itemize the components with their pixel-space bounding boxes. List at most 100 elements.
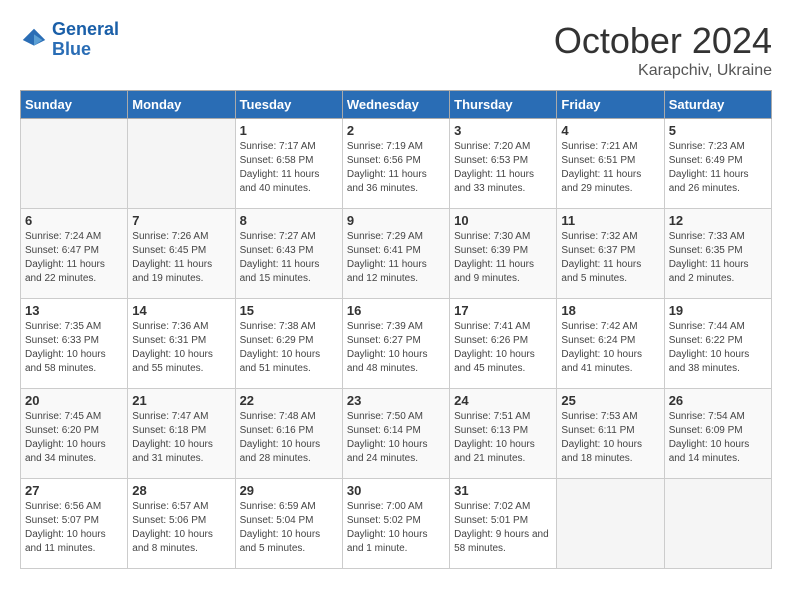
calendar-cell: 7 Sunrise: 7:26 AMSunset: 6:45 PMDaylight… [128, 209, 235, 299]
day-number: 30 [347, 483, 445, 498]
calendar-cell: 25Sunrise: 7:53 AMSunset: 6:11 PMDayligh… [557, 389, 664, 479]
calendar-cell: 30 Sunrise: 7:00 AMSunset: 5:02 PMDayligh… [342, 479, 449, 569]
day-info: Sunrise: 7:48 AMSunset: 6:16 PMDaylight:… [240, 410, 338, 466]
calendar-cell: 19 Sunrise: 7:44 AMSunset: 6:22 PMDayligh… [664, 299, 771, 389]
calendar-cell: 3 Sunrise: 7:20 AMSunset: 6:53 PMDaylight… [450, 119, 557, 209]
day-info: Sunrise: 7:19 AMSunset: 6:56 PMDaylight:… [347, 140, 445, 196]
week-row-1: 1 Sunrise: 7:17 AMSunset: 6:58 PMDaylight… [21, 119, 772, 209]
day-number: 15 [240, 303, 338, 318]
logo: General Blue [20, 20, 119, 60]
calendar-cell: 20 Sunrise: 7:45 AMSunset: 6:20 PMDayligh… [21, 389, 128, 479]
day-info: Sunrise: 7:26 AMSunset: 6:45 PMDaylight:… [132, 230, 230, 286]
day-info: Sunrise: 6:57 AMSunset: 5:06 PMDaylight:… [132, 500, 230, 556]
day-info: Sunrise: 7:17 AMSunset: 6:58 PMDaylight:… [240, 140, 338, 196]
day-info: Sunrise: 7:27 AMSunset: 6:43 PMDaylight:… [240, 230, 338, 286]
calendar-cell: 29 Sunrise: 6:59 AMSunset: 5:04 PMDayligh… [235, 479, 342, 569]
day-info: Sunrise: 7:53 AMSunset: 6:11 PMDaylight:… [561, 410, 659, 466]
day-number: 7 [132, 213, 230, 228]
day-number: 2 [347, 123, 445, 138]
day-number: 10 [454, 213, 552, 228]
day-info: Sunrise: 7:00 AMSunset: 5:02 PMDaylight:… [347, 500, 445, 556]
location: Karapchiv, Ukraine [554, 62, 772, 80]
weekday-header-monday: Monday [128, 91, 235, 119]
day-number: 19 [669, 303, 767, 318]
day-info: Sunrise: 7:41 AMSunset: 6:26 PMDaylight:… [454, 320, 552, 376]
day-number: 3 [454, 123, 552, 138]
day-number: 28 [132, 483, 230, 498]
calendar-cell: 10Sunrise: 7:30 AMSunset: 6:39 PMDayligh… [450, 209, 557, 299]
day-info: Sunrise: 7:36 AMSunset: 6:31 PMDaylight:… [132, 320, 230, 376]
day-number: 12 [669, 213, 767, 228]
week-row-3: 13Sunrise: 7:35 AMSunset: 6:33 PMDayligh… [21, 299, 772, 389]
day-info: Sunrise: 7:39 AMSunset: 6:27 PMDaylight:… [347, 320, 445, 376]
calendar-cell: 5 Sunrise: 7:23 AMSunset: 6:49 PMDaylight… [664, 119, 771, 209]
title-block: October 2024 Karapchiv, Ukraine [554, 20, 772, 80]
day-number: 26 [669, 393, 767, 408]
day-number: 5 [669, 123, 767, 138]
calendar-cell: 11 Sunrise: 7:32 AMSunset: 6:37 PMDayligh… [557, 209, 664, 299]
day-info: Sunrise: 6:56 AMSunset: 5:07 PMDaylight:… [25, 500, 123, 556]
weekday-header-sunday: Sunday [21, 91, 128, 119]
day-number: 6 [25, 213, 123, 228]
calendar-cell: 26Sunrise: 7:54 AMSunset: 6:09 PMDayligh… [664, 389, 771, 479]
day-info: Sunrise: 7:44 AMSunset: 6:22 PMDaylight:… [669, 320, 767, 376]
logo-text: General Blue [52, 20, 119, 60]
week-row-4: 20 Sunrise: 7:45 AMSunset: 6:20 PMDayligh… [21, 389, 772, 479]
calendar-cell: 12 Sunrise: 7:33 AMSunset: 6:35 PMDayligh… [664, 209, 771, 299]
weekday-header-wednesday: Wednesday [342, 91, 449, 119]
calendar-cell: 28 Sunrise: 6:57 AMSunset: 5:06 PMDayligh… [128, 479, 235, 569]
day-number: 1 [240, 123, 338, 138]
day-info: Sunrise: 7:23 AMSunset: 6:49 PMDaylight:… [669, 140, 767, 196]
calendar-cell: 23Sunrise: 7:50 AMSunset: 6:14 PMDayligh… [342, 389, 449, 479]
weekday-header-saturday: Saturday [664, 91, 771, 119]
calendar-cell: 24Sunrise: 7:51 AMSunset: 6:13 PMDayligh… [450, 389, 557, 479]
calendar-cell: 17 Sunrise: 7:41 AMSunset: 6:26 PMDayligh… [450, 299, 557, 389]
calendar-cell: 1 Sunrise: 7:17 AMSunset: 6:58 PMDaylight… [235, 119, 342, 209]
day-info: Sunrise: 7:32 AMSunset: 6:37 PMDaylight:… [561, 230, 659, 286]
day-info: Sunrise: 7:29 AMSunset: 6:41 PMDaylight:… [347, 230, 445, 286]
day-info: Sunrise: 7:24 AMSunset: 6:47 PMDaylight:… [25, 230, 123, 286]
calendar-cell [128, 119, 235, 209]
calendar-cell: 14 Sunrise: 7:36 AMSunset: 6:31 PMDayligh… [128, 299, 235, 389]
day-info: Sunrise: 7:21 AMSunset: 6:51 PMDaylight:… [561, 140, 659, 196]
weekday-header-tuesday: Tuesday [235, 91, 342, 119]
day-number: 18 [561, 303, 659, 318]
week-row-2: 6 Sunrise: 7:24 AMSunset: 6:47 PMDaylight… [21, 209, 772, 299]
calendar-cell: 13Sunrise: 7:35 AMSunset: 6:33 PMDayligh… [21, 299, 128, 389]
month-title: October 2024 [554, 20, 772, 62]
day-info: Sunrise: 7:45 AMSunset: 6:20 PMDaylight:… [25, 410, 123, 466]
calendar-cell: 15 Sunrise: 7:38 AMSunset: 6:29 PMDayligh… [235, 299, 342, 389]
day-number: 24 [454, 393, 552, 408]
calendar-table: SundayMondayTuesdayWednesdayThursdayFrid… [20, 90, 772, 569]
calendar-cell [557, 479, 664, 569]
calendar-cell: 4Sunrise: 7:21 AMSunset: 6:51 PMDaylight… [557, 119, 664, 209]
calendar-cell: 21Sunrise: 7:47 AMSunset: 6:18 PMDayligh… [128, 389, 235, 479]
weekday-header-friday: Friday [557, 91, 664, 119]
day-number: 11 [561, 213, 659, 228]
day-number: 29 [240, 483, 338, 498]
day-number: 22 [240, 393, 338, 408]
calendar-cell: 31Sunrise: 7:02 AMSunset: 5:01 PMDayligh… [450, 479, 557, 569]
day-number: 21 [132, 393, 230, 408]
day-number: 17 [454, 303, 552, 318]
weekday-header-row: SundayMondayTuesdayWednesdayThursdayFrid… [21, 91, 772, 119]
calendar-cell [21, 119, 128, 209]
calendar-cell [664, 479, 771, 569]
calendar-cell: 18Sunrise: 7:42 AMSunset: 6:24 PMDayligh… [557, 299, 664, 389]
calendar-cell: 9 Sunrise: 7:29 AMSunset: 6:41 PMDaylight… [342, 209, 449, 299]
day-number: 13 [25, 303, 123, 318]
calendar-cell: 6 Sunrise: 7:24 AMSunset: 6:47 PMDaylight… [21, 209, 128, 299]
day-number: 31 [454, 483, 552, 498]
day-info: Sunrise: 7:38 AMSunset: 6:29 PMDaylight:… [240, 320, 338, 376]
day-number: 20 [25, 393, 123, 408]
logo-icon [20, 26, 48, 54]
day-number: 8 [240, 213, 338, 228]
day-number: 9 [347, 213, 445, 228]
weekday-header-thursday: Thursday [450, 91, 557, 119]
day-number: 14 [132, 303, 230, 318]
day-number: 27 [25, 483, 123, 498]
calendar-cell: 16Sunrise: 7:39 AMSunset: 6:27 PMDayligh… [342, 299, 449, 389]
day-info: Sunrise: 7:33 AMSunset: 6:35 PMDaylight:… [669, 230, 767, 286]
day-info: Sunrise: 6:59 AMSunset: 5:04 PMDaylight:… [240, 500, 338, 556]
day-info: Sunrise: 7:20 AMSunset: 6:53 PMDaylight:… [454, 140, 552, 196]
